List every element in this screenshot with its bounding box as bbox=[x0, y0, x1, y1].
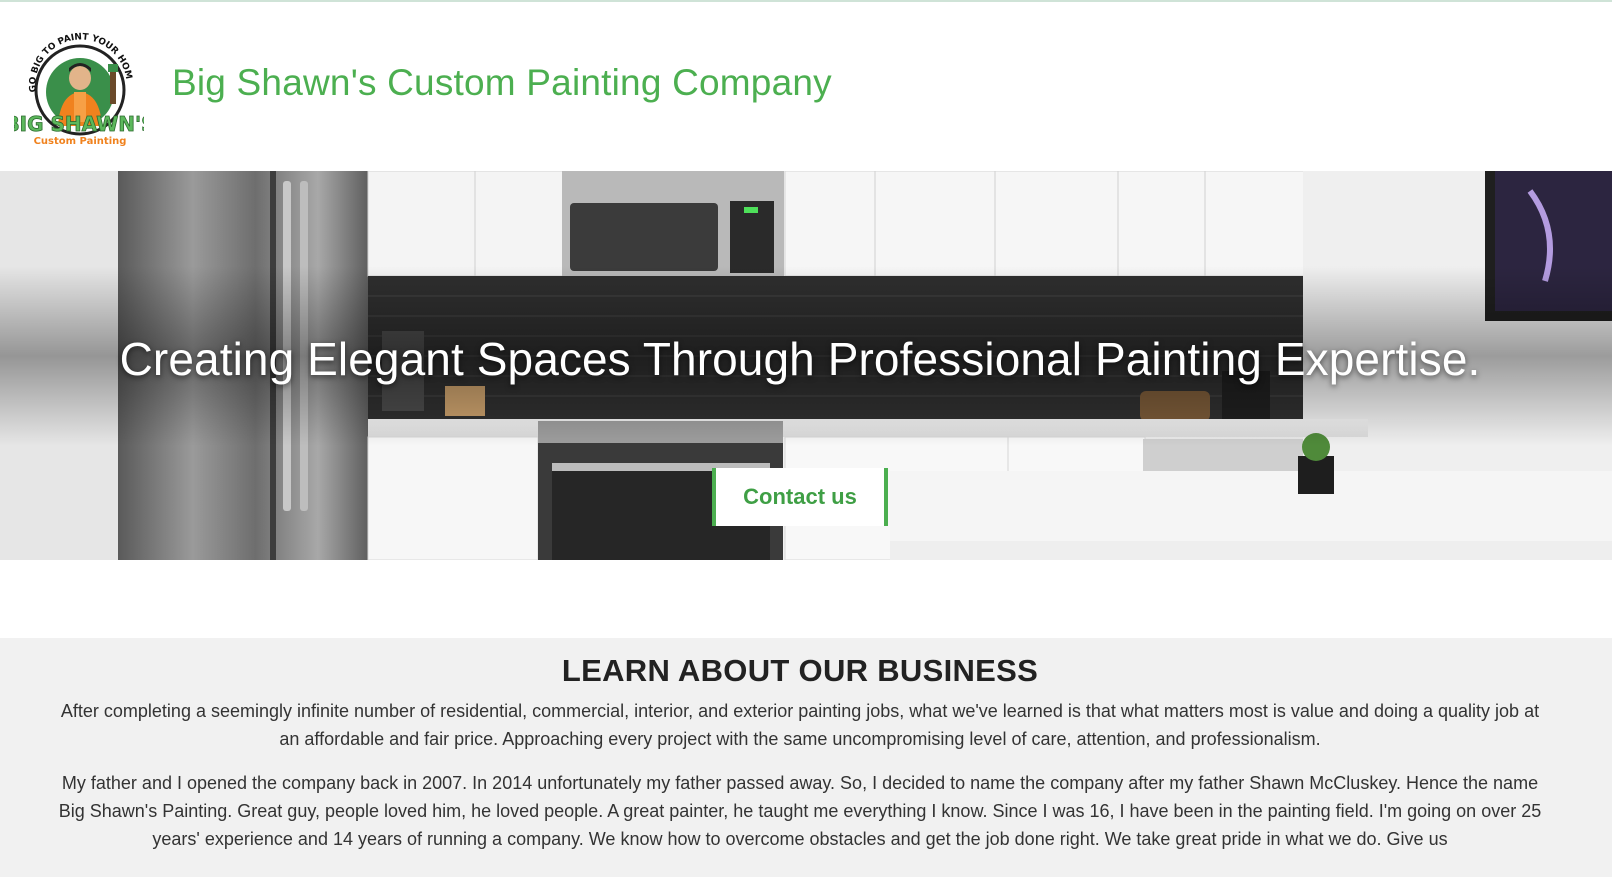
hero-banner: Creating Elegant Spaces Through Professi… bbox=[0, 171, 1612, 560]
about-paragraph-1: After completing a seemingly infinite nu… bbox=[60, 701, 1540, 749]
company-logo[interactable]: GO BIG TO PAINT YOUR HOME BIG SHAWN'S Cu… bbox=[4, 23, 156, 148]
hero-headline: Creating Elegant Spaces Through Professi… bbox=[119, 333, 1481, 385]
logo-graphic: GO BIG TO PAINT YOUR HOME BIG SHAWN'S Cu… bbox=[4, 23, 156, 147]
logo-subtitle-text: Custom Painting bbox=[34, 136, 127, 147]
contact-us-button[interactable]: Contact us bbox=[712, 468, 888, 526]
site-title: Big Shawn's Custom Painting Company bbox=[172, 62, 832, 103]
about-heading: LEARN ABOUT OUR BUSINESS bbox=[561, 653, 1039, 688]
about-paragraph-2: My father and I opened the company back … bbox=[58, 773, 1542, 849]
site-header: GO BIG TO PAINT YOUR HOME BIG SHAWN'S Cu… bbox=[0, 2, 1612, 171]
logo-name-text: BIG SHAWN'S bbox=[14, 112, 144, 136]
